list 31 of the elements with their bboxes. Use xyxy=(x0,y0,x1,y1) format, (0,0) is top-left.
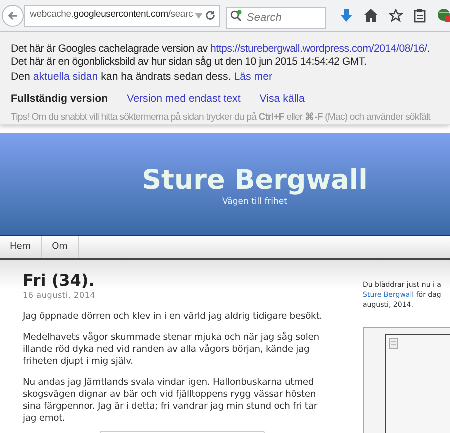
site-tagline: Vägen till frihet xyxy=(222,196,288,209)
tip-text: Tips! Om du snabbt vill hitta söktermerna på sidan trycker du på Ctrl+F eller ⌘-F (Mac) och använder sökfält xyxy=(11,111,430,124)
search-icon xyxy=(230,10,243,22)
post-date: 16 augusti, 2014 xyxy=(23,290,97,302)
nav-link[interactable]: Om xyxy=(42,236,79,258)
post-paragraph: Jag öppnade dörren och klev in i en värld jag aldrig tidigare besökt. xyxy=(23,311,324,323)
nav-link[interactable]: Hem xyxy=(0,236,42,258)
cached-url-link[interactable]: https://sturebergwall.wordpress.com/2014/08/16/ xyxy=(210,43,428,55)
post-paragraph: Nu andas jag Jämtlands svala vindar igen. Hallonbuskarna utmed skogsvägen dignar av bär och vid fjälltoppens rygg vässar hösten sina färgpennor. Jag är i detta; fri vandrar jag min stund och fri tar jag emot. xyxy=(23,377,319,425)
back-button[interactable] xyxy=(2,4,24,26)
post-title: Fri (34). xyxy=(23,272,96,290)
star-icon[interactable] xyxy=(389,8,403,22)
version-link[interactable]: Version med endast text xyxy=(127,93,241,106)
cache-note: Den aktuella sidan kan ha ändrats sedan dess. Läs mer xyxy=(11,71,274,84)
url-field[interactable]: webcache.googleusercontent.com/searc xyxy=(24,4,220,26)
search-field[interactable]: Search xyxy=(226,6,326,28)
version-link[interactable]: Fullständig version xyxy=(11,93,108,106)
broken-image-icon xyxy=(389,338,398,349)
version-link[interactable]: Visa källa xyxy=(260,93,305,106)
site-title: Sture Bergwall xyxy=(142,166,368,196)
clipboard-icon[interactable] xyxy=(414,8,426,22)
download-icon[interactable] xyxy=(340,8,353,22)
cache-notice: Det här är Googles cachelagrade version av https://sturebergwall.wordpress.com/2014/08/16/. Det här är en ögonblicksbild av hur sidan såg ut den 10 jun 2015 14:54:42 GMT. xyxy=(11,43,431,69)
reload-icon[interactable] xyxy=(205,10,216,21)
read-more-link[interactable]: Läs mer xyxy=(234,71,273,83)
url-text: webcache.googleusercontent.com/searc xyxy=(30,8,193,22)
current-page-link[interactable]: aktuella sidan xyxy=(33,71,98,83)
home-icon[interactable] xyxy=(364,9,378,22)
globe-icon[interactable] xyxy=(437,8,450,23)
post-paragraph: Medelhavets vågor skummade stenar mjuka och när jag såg solen illande röd dyka ned vid randen av alla vågors början, kände jag friheten djupt i mig själv. xyxy=(23,332,320,368)
back-arrow-icon xyxy=(7,10,19,22)
